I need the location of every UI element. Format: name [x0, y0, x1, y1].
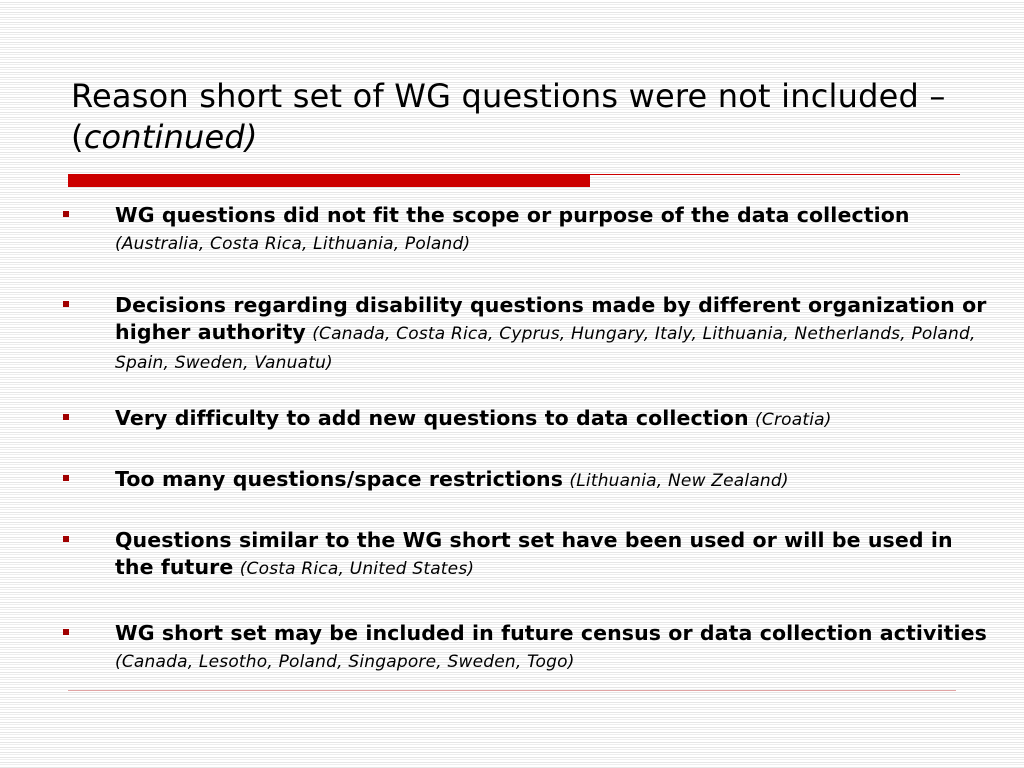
bullet-countries: (Canada, Lesotho, Poland, Singapore, Swe… — [115, 652, 575, 672]
bullet-text: Very difficulty to add new questions to … — [115, 406, 749, 430]
bullet-square-icon — [63, 301, 69, 307]
bullet-text: Too many questions/space restrictions — [115, 467, 564, 491]
bullet-text: WG questions did not fit the scope or pu… — [115, 203, 910, 227]
bullet-countries: (Costa Rica, United States) — [239, 559, 475, 579]
bullet-text: WG short set may be included in future c… — [115, 621, 987, 645]
title-accent-bar — [68, 174, 590, 187]
footer-divider — [68, 690, 956, 691]
bullet-item: WG questions did not fit the scope or pu… — [63, 202, 995, 258]
title-open-paren: ( — [71, 118, 84, 156]
bullet-countries: (Lithuania, New Zealand) — [569, 471, 789, 491]
bullet-item: Very difficulty to add new questions to … — [63, 405, 995, 434]
title-continued: continued) — [83, 118, 258, 156]
bullet-square-icon — [63, 536, 69, 542]
bullet-countries: (Croatia) — [755, 410, 832, 430]
bullet-countries: (Australia, Costa Rica, Lithuania, Polan… — [115, 234, 471, 254]
bullet-item: Questions similar to the WG short set ha… — [63, 527, 995, 583]
bullet-item: Decisions regarding disability questions… — [63, 292, 995, 377]
bullet-square-icon — [63, 475, 69, 481]
bullet-item: Too many questions/space restrictions (L… — [63, 466, 995, 495]
bullet-item: WG short set may be included in future c… — [63, 620, 995, 676]
slide-title: Reason short set of WG questions were no… — [71, 76, 1021, 158]
bullet-square-icon — [63, 629, 69, 635]
title-accent-line — [590, 174, 960, 175]
bullet-square-icon — [63, 211, 69, 217]
title-main: Reason short set of WG questions were no… — [71, 77, 946, 115]
bullet-square-icon — [63, 414, 69, 420]
